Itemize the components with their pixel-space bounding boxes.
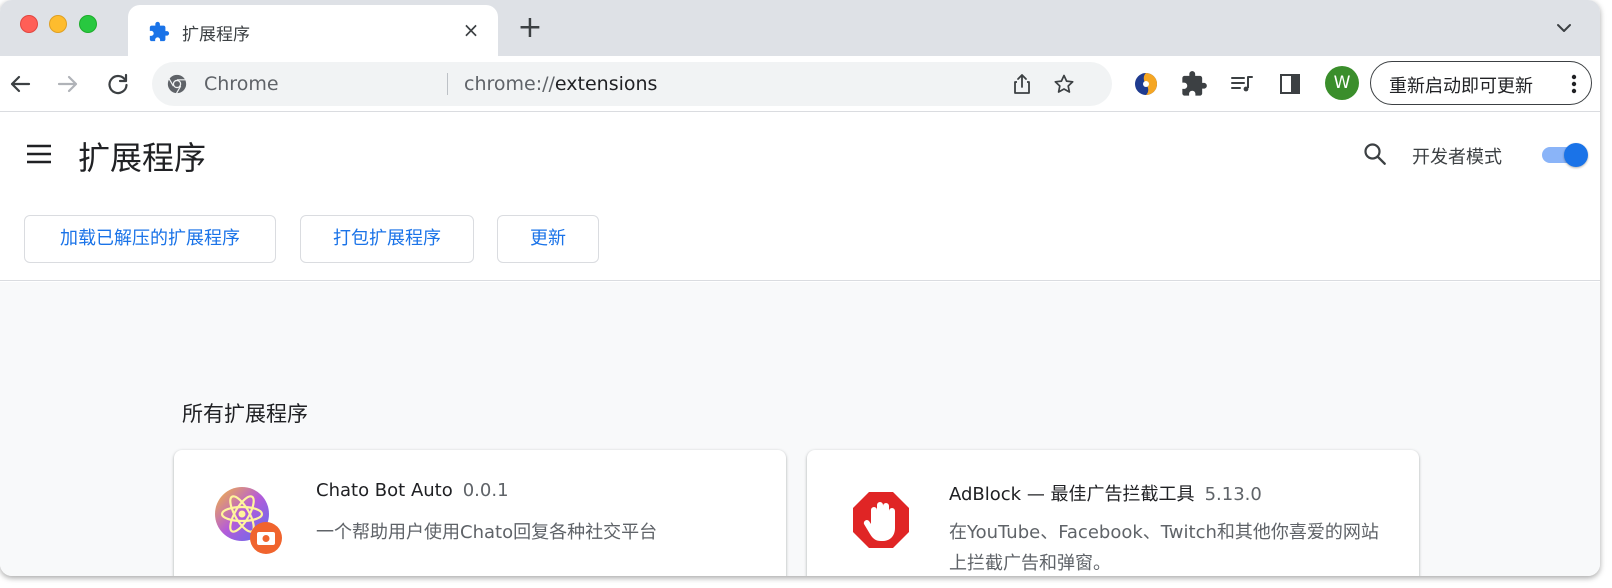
tab-strip: 扩展程序 × +: [0, 0, 1600, 56]
reload-icon[interactable]: [102, 68, 134, 100]
browser-window: 扩展程序 × + Chrome chrome://extensions W 重新…: [0, 0, 1600, 576]
developer-mode-label: 开发者模式: [1412, 147, 1502, 168]
search-icon[interactable]: [1362, 141, 1388, 167]
extension-description: 一个帮助用户使用Chato回复各种社交平台: [316, 522, 658, 543]
extension-version: 5.13.0: [1204, 484, 1262, 505]
load-unpacked-button[interactable]: 加载已解压的扩展程序: [24, 215, 276, 263]
extension-name: Chato Bot Auto 0.0.1: [316, 480, 509, 501]
url-host: extensions: [554, 73, 658, 95]
share-icon[interactable]: [1010, 72, 1034, 96]
browser-toolbar: Chrome chrome://extensions W 重新启动即可更新: [0, 56, 1600, 112]
extensions-content: 所有扩展程序 Chato Bot Auto 0.0.1 一个帮助用户使用Chat…: [0, 282, 1600, 576]
tab-title: 扩展程序: [182, 25, 250, 45]
url-text[interactable]: chrome://extensions: [464, 73, 657, 95]
extension-title: Chato Bot Auto: [316, 480, 453, 501]
side-panel-icon[interactable]: [1276, 70, 1304, 98]
media-control-icon[interactable]: [1228, 70, 1256, 98]
hamburger-menu-icon[interactable]: [24, 139, 54, 169]
back-arrow-icon[interactable]: [4, 68, 36, 100]
extension-title: AdBlock — 最佳广告拦截工具: [949, 484, 1195, 505]
address-bar[interactable]: Chrome chrome://extensions: [152, 62, 1112, 106]
toggle-knob: [1564, 143, 1588, 167]
extension-version: 0.0.1: [462, 480, 509, 501]
omnibox-divider: [447, 73, 448, 95]
relaunch-to-update-button[interactable]: 重新启动即可更新: [1370, 61, 1592, 105]
close-icon[interactable]: ×: [458, 17, 484, 43]
chevron-down-icon[interactable]: [1552, 16, 1576, 40]
sider-extension-icon[interactable]: [1132, 70, 1160, 98]
extension-card-chato: Chato Bot Auto 0.0.1 一个帮助用户使用Chato回复各种社交平…: [174, 450, 786, 576]
chato-bot-icon: [215, 487, 282, 554]
page-title: 扩展程序: [78, 139, 207, 177]
extensions-header: 扩展程序 开发者模式 加载已解压的扩展程序 打包扩展程序 更新: [0, 113, 1600, 281]
site-chip-label: Chrome: [204, 73, 279, 95]
profile-avatar[interactable]: W: [1325, 66, 1359, 100]
adblock-icon: [853, 492, 909, 548]
minimize-window-button[interactable]: [49, 15, 67, 33]
chrome-logo-icon: [167, 74, 187, 94]
maximize-window-button[interactable]: [79, 15, 97, 33]
star-icon[interactable]: [1052, 72, 1076, 96]
extension-name: AdBlock — 最佳广告拦截工具 5.13.0: [949, 480, 1262, 506]
kebab-menu-icon[interactable]: [1571, 72, 1577, 96]
puzzle-icon: [149, 21, 170, 42]
pack-extension-button[interactable]: 打包扩展程序: [300, 215, 474, 263]
section-title: 所有扩展程序: [182, 402, 308, 426]
developer-mode-toggle[interactable]: [1542, 143, 1588, 167]
close-window-button[interactable]: [20, 15, 38, 33]
tab-extensions[interactable]: 扩展程序 ×: [128, 5, 498, 56]
update-button-label: 重新启动即可更新: [1389, 76, 1533, 97]
extensions-puzzle-icon[interactable]: [1180, 70, 1208, 98]
url-scheme: chrome://: [464, 73, 555, 95]
plus-icon[interactable]: +: [514, 12, 546, 44]
update-extensions-button[interactable]: 更新: [497, 215, 599, 263]
forward-arrow-icon[interactable]: [52, 68, 84, 100]
extension-description: 在YouTube、Facebook、Twitch和其他你喜爱的网站上拦截广告和弹…: [949, 522, 1379, 574]
extension-card-adblock: AdBlock — 最佳广告拦截工具 5.13.0 在YouTube、Facebo…: [807, 450, 1419, 576]
